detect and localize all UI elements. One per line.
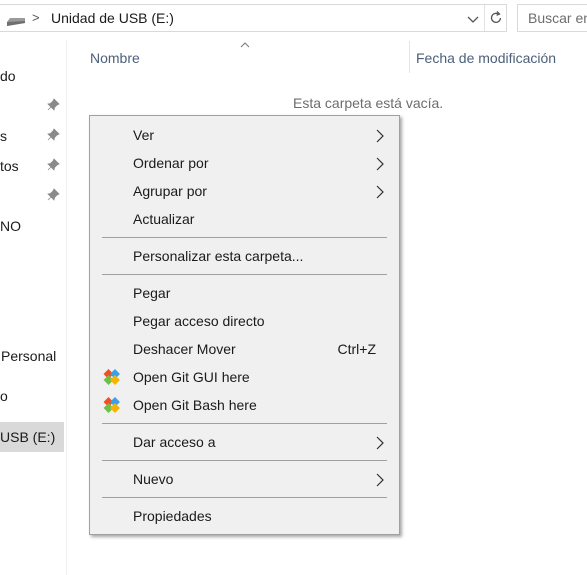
- menu-item-label: Nuevo: [133, 471, 174, 487]
- nav-item-label: NO: [0, 218, 21, 234]
- git-bash-icon: [102, 397, 122, 416]
- sort-up-icon: [239, 36, 251, 52]
- nav-item[interactable]: tos: [0, 152, 64, 180]
- navigation-pane: do s tos NO Personal o USB (E:): [0, 40, 67, 575]
- menu-item-label: Open Git GUI here: [133, 369, 250, 385]
- chevron-right-icon: [375, 157, 385, 174]
- menu-item-label: Ordenar por: [133, 155, 209, 171]
- nav-item[interactable]: [0, 92, 64, 120]
- menu-item-actualizar[interactable]: Actualizar: [91, 206, 398, 232]
- menu-item-agrupar-por[interactable]: Agrupar por: [91, 178, 398, 204]
- menu-item-shortcut: Ctrl+Z: [337, 341, 377, 357]
- menu-item-open-git-bash[interactable]: Open Git Bash here: [91, 392, 398, 418]
- usb-drive-icon: [6, 14, 26, 30]
- menu-item-nuevo[interactable]: Nuevo: [91, 466, 398, 492]
- menu-item-ordenar-por[interactable]: Ordenar por: [91, 150, 398, 176]
- menu-item-propiedades[interactable]: Propiedades: [91, 503, 398, 529]
- nav-item[interactable]: o: [0, 382, 64, 410]
- column-header-name[interactable]: Nombre: [90, 50, 140, 66]
- pin-icon: [46, 158, 60, 175]
- menu-item-label: Ver: [133, 127, 155, 143]
- chevron-down-icon[interactable]: [466, 12, 480, 29]
- nav-item-label: do: [0, 68, 16, 84]
- menu-item-label: Agrupar por: [133, 183, 207, 199]
- search-input[interactable]: Buscar en: [517, 4, 587, 32]
- nav-item-label: s: [0, 128, 7, 144]
- chevron-right-icon: [375, 436, 385, 453]
- nav-item[interactable]: do: [0, 62, 64, 90]
- nav-item-label: tos: [0, 158, 19, 174]
- menu-item-label: Open Git Bash here: [133, 397, 257, 413]
- column-header-date[interactable]: Fecha de modificación: [416, 50, 556, 66]
- path-separator[interactable]: >: [32, 10, 40, 25]
- menu-separator: [102, 497, 387, 498]
- nav-item-label: o: [0, 388, 8, 404]
- menu-separator: [102, 423, 387, 424]
- menu-separator: [102, 460, 387, 461]
- nav-item-label: USB (E:): [0, 429, 56, 445]
- menu-item-personalizar-carpeta[interactable]: Personalizar esta carpeta...: [91, 243, 398, 269]
- chevron-right-icon: [375, 473, 385, 490]
- menu-item-label: Actualizar: [133, 211, 195, 227]
- search-placeholder: Buscar en: [528, 10, 587, 26]
- menu-item-deshacer-mover[interactable]: Deshacer Mover Ctrl+Z: [91, 336, 398, 362]
- address-bar[interactable]: > Unidad de USB (E:): [0, 4, 507, 32]
- menu-separator: [102, 274, 387, 275]
- nav-item-label: Personal: [1, 348, 57, 364]
- nav-item-usb-drive[interactable]: USB (E:): [0, 422, 64, 452]
- menu-item-label: Propiedades: [133, 508, 212, 524]
- context-menu: Ver Ordenar por Agrupar por Actualizar P…: [89, 115, 400, 535]
- nav-item[interactable]: Personal: [0, 342, 64, 370]
- pin-icon: [46, 128, 60, 145]
- nav-item[interactable]: [0, 182, 64, 210]
- nav-item[interactable]: NO: [0, 212, 64, 240]
- menu-item-ver[interactable]: Ver: [91, 122, 398, 148]
- menu-item-label: Personalizar esta carpeta...: [133, 248, 304, 264]
- address-path[interactable]: Unidad de USB (E:): [51, 10, 174, 26]
- empty-folder-message: Esta carpeta está vacía.: [293, 95, 444, 111]
- menu-item-label: Pegar: [133, 285, 171, 301]
- column-divider[interactable]: [409, 41, 410, 73]
- nav-item[interactable]: s: [0, 122, 64, 150]
- menu-item-open-git-gui[interactable]: Open Git GUI here: [91, 364, 398, 390]
- chevron-right-icon: [375, 185, 385, 202]
- pin-icon: [46, 188, 60, 205]
- menu-item-label: Dar acceso a: [133, 434, 216, 450]
- pin-icon: [46, 98, 60, 115]
- menu-item-label: Pegar acceso directo: [133, 313, 265, 329]
- refresh-button[interactable]: [484, 5, 507, 31]
- chevron-right-icon: [375, 129, 385, 146]
- menu-item-dar-acceso-a[interactable]: Dar acceso a: [91, 429, 398, 455]
- menu-item-label: Deshacer Mover: [133, 341, 236, 357]
- menu-item-pegar-acceso-directo[interactable]: Pegar acceso directo: [91, 308, 398, 334]
- git-gui-icon: [102, 369, 122, 388]
- menu-separator: [102, 237, 387, 238]
- menu-item-pegar[interactable]: Pegar: [91, 280, 398, 306]
